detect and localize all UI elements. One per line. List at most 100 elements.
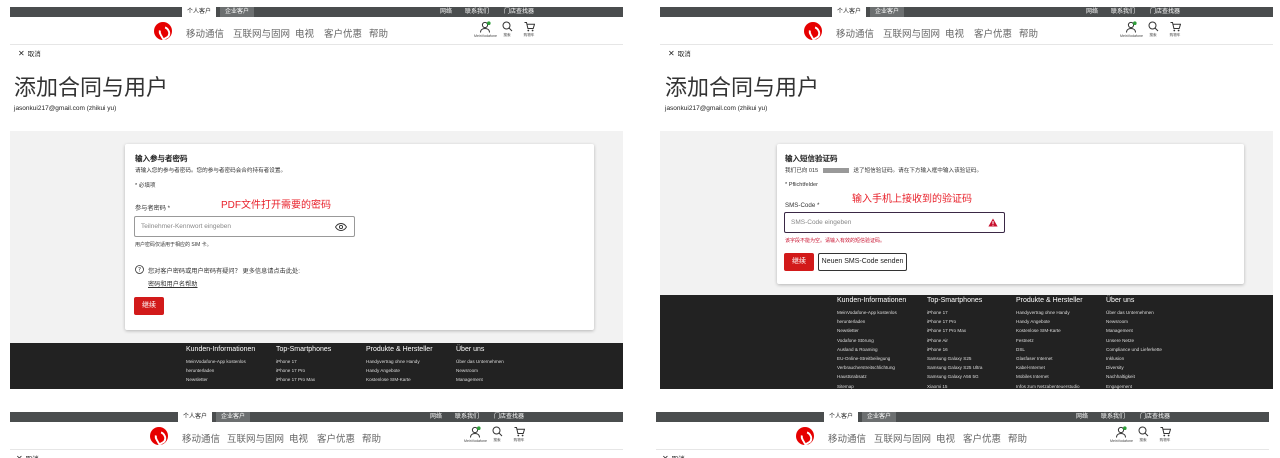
footer-link[interactable]: Newsroom [456, 368, 504, 373]
footer-link[interactable]: iPhone 17 Pro Max [276, 377, 331, 382]
footer-link[interactable]: Festnetz [1016, 338, 1083, 343]
segment-business[interactable]: 企业客户 [220, 7, 255, 17]
footer-link[interactable]: Kabel-Internet [1016, 365, 1083, 370]
cancel-link[interactable]: ✕取消 [16, 453, 39, 458]
nav-mobile[interactable]: 移动通信 [182, 431, 220, 445]
nav-help[interactable]: 帮助 [1019, 26, 1038, 40]
util-store-finder[interactable]: 门店查找器 [494, 412, 524, 422]
footer-link[interactable]: Management [456, 377, 504, 382]
footer-link[interactable]: Ausland & Roaming [837, 347, 906, 352]
vodafone-logo-icon[interactable] [154, 22, 172, 40]
footer-link[interactable]: Handyvertrag ohne Handy [1016, 310, 1083, 315]
cart-button[interactable]: 购物车 [508, 426, 530, 443]
footer-link[interactable]: Über das Unternehmen [1106, 310, 1162, 315]
password-input[interactable]: Teilnehmer-Kennwort eingeben [134, 216, 355, 237]
footer-link[interactable]: iPhone 17 Pro Max [927, 328, 982, 333]
footer-link[interactable]: Mobiles Internet [1016, 374, 1083, 379]
footer-link[interactable]: Inklusion [1106, 356, 1162, 361]
segment-business[interactable]: 企业客户 [870, 7, 905, 17]
nav-tv[interactable]: 电视 [295, 26, 314, 40]
segment-personal[interactable]: 个人客户 [824, 412, 859, 422]
vodafone-logo-icon[interactable] [150, 427, 168, 445]
account-button[interactable]: MeinVodafone [1110, 426, 1133, 443]
continue-button[interactable]: 继续 [784, 253, 814, 271]
vodafone-logo-icon[interactable] [804, 22, 822, 40]
account-button[interactable]: MeinVodafone [1120, 21, 1143, 38]
cart-button[interactable]: 购物车 [1154, 426, 1176, 443]
util-network[interactable]: 网络 [440, 7, 452, 17]
footer-link[interactable]: Handy Angebote [366, 368, 433, 373]
help-link[interactable]: 密码和用户名帮助 [148, 279, 198, 288]
cart-button[interactable]: 购物车 [1164, 21, 1186, 38]
search-button[interactable]: 搜索 [486, 426, 508, 443]
footer-link[interactable]: Kostenlose SIM-Karte [1016, 328, 1083, 333]
nav-offers[interactable]: 客户优惠 [324, 26, 362, 40]
nav-help[interactable]: 帮助 [362, 431, 381, 445]
search-button[interactable]: 搜索 [496, 21, 518, 38]
search-button[interactable]: 搜索 [1142, 21, 1164, 38]
account-button[interactable]: MeinVodafone [474, 21, 497, 38]
footer-link[interactable]: Handyvertrag ohne Handy [366, 359, 433, 364]
footer-link[interactable]: Vodafone Störung [837, 338, 906, 343]
segment-business[interactable]: 企业客户 [862, 412, 897, 422]
util-store-finder[interactable]: 门店查找器 [1140, 412, 1170, 422]
footer-link[interactable]: Handy Angebote [1016, 319, 1083, 324]
nav-internet[interactable]: 互联网与固网 [233, 26, 290, 40]
segment-personal[interactable]: 个人客户 [182, 7, 217, 17]
util-network[interactable]: 网络 [430, 412, 442, 422]
footer-link[interactable]: Compliance und Lieferkette [1106, 347, 1162, 352]
nav-tv[interactable]: 电视 [945, 26, 964, 40]
util-store-finder[interactable]: 门店查找器 [1150, 7, 1180, 17]
footer-link[interactable]: Sitemap [837, 384, 906, 389]
cancel-link[interactable]: ✕取消 [662, 453, 685, 458]
footer-link[interactable]: Kostenlose SIM-Karte [366, 377, 433, 382]
footer-link[interactable]: iPhone 16 [927, 347, 982, 352]
nav-internet[interactable]: 互联网与固网 [874, 431, 931, 445]
footer-link[interactable]: Newsroom [1106, 319, 1162, 324]
segment-personal[interactable]: 个人客户 [832, 7, 867, 17]
footer-link[interactable]: Nachhaltigkeit [1106, 374, 1162, 379]
util-store-finder[interactable]: 门店查找器 [504, 7, 534, 17]
eye-icon[interactable] [335, 223, 347, 231]
search-button[interactable]: 搜索 [1132, 426, 1154, 443]
cancel-link[interactable]: ✕取消 [18, 48, 41, 58]
segment-business[interactable]: 企业客户 [216, 412, 251, 422]
footer-link[interactable]: herunterladen [837, 319, 906, 324]
footer-link[interactable]: Verbraucherstreitschlichtung [837, 365, 906, 370]
footer-link[interactable]: iPhone 17 [276, 359, 331, 364]
nav-internet[interactable]: 互联网与固网 [883, 26, 940, 40]
nav-offers[interactable]: 客户优惠 [317, 431, 355, 445]
footer-link[interactable]: iPhone 17 Pro [276, 368, 331, 373]
account-button[interactable]: MeinVodafone [464, 426, 487, 443]
nav-internet[interactable]: 互联网与固网 [227, 431, 284, 445]
nav-tv[interactable]: 电视 [936, 431, 955, 445]
footer-link[interactable]: MeinVodafone-App kostenlos [186, 359, 255, 364]
footer-link[interactable]: iPhone Air [927, 338, 982, 343]
footer-link[interactable]: Samsung Galaxy S25 [927, 356, 982, 361]
footer-link[interactable]: Über das Unternehmen [456, 359, 504, 364]
continue-button[interactable]: 继续 [134, 297, 164, 315]
nav-mobile[interactable]: 移动通信 [828, 431, 866, 445]
footer-link[interactable]: Samsung Galaxy S25 Ultra [927, 365, 982, 370]
cancel-link[interactable]: ✕取消 [668, 48, 691, 58]
footer-link[interactable]: Engagement [1106, 384, 1162, 389]
footer-link[interactable]: Samsung Galaxy A56 5G [927, 374, 982, 379]
footer-link[interactable]: DSL [1016, 347, 1083, 352]
nav-help[interactable]: 帮助 [369, 26, 388, 40]
util-contact[interactable]: 联系我们 [455, 412, 479, 422]
footer-link[interactable]: EU-Online-Streitbeilegung [837, 356, 906, 361]
footer-link[interactable]: Diversity [1106, 365, 1162, 370]
footer-link[interactable]: Unsere Netze [1106, 338, 1162, 343]
util-contact[interactable]: 联系我们 [465, 7, 489, 17]
footer-link[interactable]: iPhone 17 Pro [927, 319, 982, 324]
footer-link[interactable]: Infos zum Netzabenteuerstudio [1016, 384, 1083, 389]
footer-link[interactable]: iPhone 17 [927, 310, 982, 315]
footer-link[interactable]: Newsletter [837, 328, 906, 333]
nav-mobile[interactable]: 移动通信 [836, 26, 874, 40]
util-contact[interactable]: 联系我们 [1111, 7, 1135, 17]
footer-link[interactable]: herunterladen [186, 368, 255, 373]
footer-link[interactable]: Glasfaser Internet [1016, 356, 1083, 361]
nav-help[interactable]: 帮助 [1008, 431, 1027, 445]
nav-mobile[interactable]: 移动通信 [186, 26, 224, 40]
util-network[interactable]: 网络 [1076, 412, 1088, 422]
